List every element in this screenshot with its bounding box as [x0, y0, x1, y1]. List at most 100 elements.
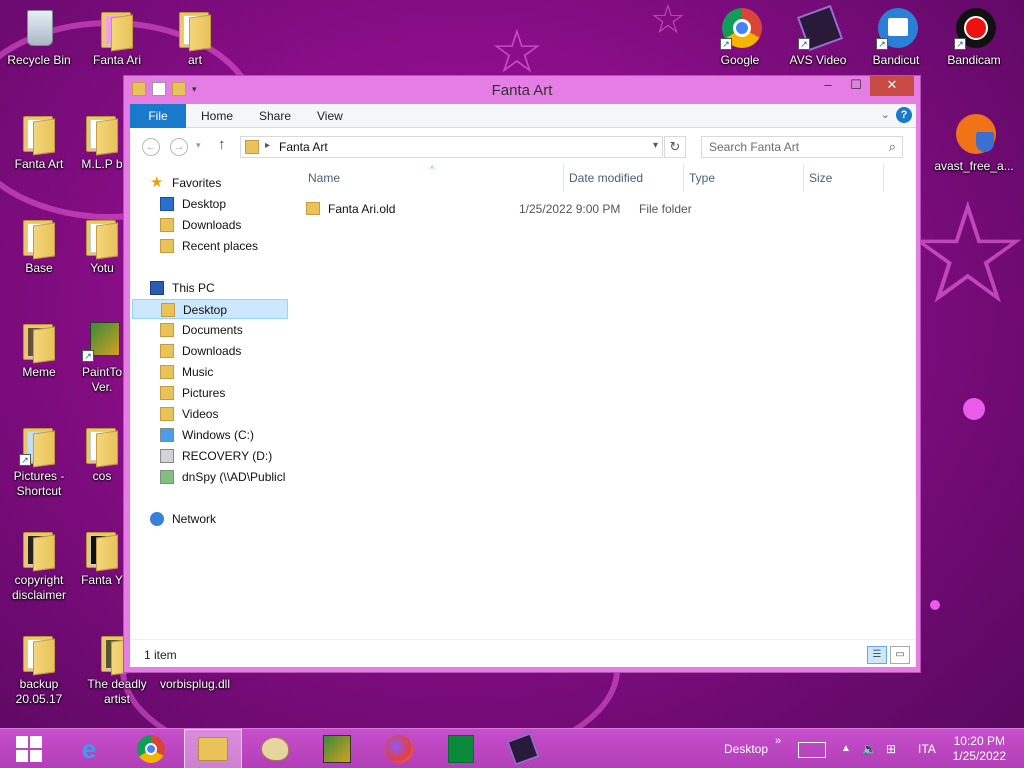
nav-label: Downloads: [182, 218, 242, 232]
start-button[interactable]: [0, 729, 58, 768]
nav-music[interactable]: Music: [132, 362, 288, 382]
desktop-icon-label: cos: [92, 469, 112, 483]
clock-date: 1/25/2022: [952, 749, 1006, 763]
desktop-icon-painttool[interactable]: ↗ PaintTo Ver.: [80, 318, 124, 395]
volume-muted-icon[interactable]: 🔈: [862, 729, 877, 768]
close-button[interactable]: ✕: [870, 76, 914, 96]
tab-home[interactable]: Home: [201, 104, 233, 128]
desktop-icon-bandicut[interactable]: ↗ Bandicut: [859, 6, 933, 68]
windows-logo-icon: [16, 736, 42, 762]
nav-this-pc-desktop[interactable]: Desktop: [132, 299, 288, 319]
nav-recent-places[interactable]: Recent places: [132, 236, 288, 256]
network-drive-icon: [160, 470, 174, 484]
column-header-name[interactable]: Name: [308, 164, 340, 192]
desktop-icon-copyright-disclaimer[interactable]: copyright disclaimer: [2, 526, 76, 603]
column-divider[interactable]: [803, 164, 804, 192]
system-clock[interactable]: 10:20 PM 1/25/2022: [953, 734, 1006, 764]
desktop-icon-fanta-y[interactable]: Fanta Y: [80, 526, 124, 588]
tab-file[interactable]: File: [130, 104, 186, 128]
bandicam-icon: ↗: [954, 6, 996, 50]
explorer-window: ▾ Fanta Art – ☐ ✕ File Home Share View ⌄…: [123, 75, 921, 673]
wallpaper-star: ☆: [490, 17, 544, 87]
file-date-modified: 1/25/2022 9:00 PM: [519, 202, 621, 216]
desktop-icon-avast[interactable]: avast_free_a...: [934, 112, 1014, 174]
maximize-button[interactable]: ☐: [842, 76, 870, 96]
shortcut-arrow-icon: ↗: [19, 454, 31, 466]
column-header-size[interactable]: Size: [809, 164, 832, 192]
nav-favorites-downloads[interactable]: Downloads: [132, 215, 288, 235]
internet-explorer-icon: e: [81, 734, 97, 764]
nav-label: Windows (C:): [182, 428, 255, 442]
file-row[interactable]: Fanta Ari.old 1/25/2022 9:00 PM File fol…: [302, 198, 902, 220]
show-hidden-icons-chevron-icon[interactable]: ▲: [841, 729, 851, 768]
title-bar[interactable]: ▾ Fanta Art – ☐ ✕: [124, 76, 920, 104]
details-view-button[interactable]: ☰: [867, 646, 887, 664]
desktop-icon-pictures-shortcut[interactable]: ↗ Pictures - Shortcut: [2, 422, 76, 499]
nav-favorites[interactable]: ★ Favorites: [132, 173, 288, 193]
desktop-icon-bandicam[interactable]: ↗ Bandicam: [937, 6, 1011, 68]
search-icon: ⌕: [888, 139, 896, 154]
nav-this-pc[interactable]: This PC: [132, 278, 288, 298]
desktop-icon-cos[interactable]: cos: [80, 422, 124, 484]
minimize-button[interactable]: –: [814, 76, 842, 96]
breadcrumb-fanta-art[interactable]: Fanta Art: [279, 140, 328, 154]
taskbar-firefox[interactable]: [370, 729, 428, 768]
column-divider[interactable]: [563, 164, 564, 192]
column-header-type[interactable]: Type: [689, 164, 715, 192]
taskbar-painttool[interactable]: [308, 729, 366, 768]
column-header-date-modified[interactable]: Date modified: [569, 164, 643, 192]
tab-share[interactable]: Share: [259, 104, 291, 128]
large-icons-view-button[interactable]: ▭: [890, 646, 910, 664]
toolbar-chevron-icon[interactable]: »: [775, 721, 781, 761]
breadcrumb-arrow-icon[interactable]: ▸: [265, 140, 270, 151]
network-status-icon[interactable]: ⊞: [886, 729, 896, 768]
forward-button[interactable]: →: [170, 138, 188, 156]
desktop-icon-fanta-ari[interactable]: Fanta Ari: [80, 6, 154, 68]
taskbar-chrome[interactable]: [122, 729, 180, 768]
desktop-icon-label: Meme: [22, 365, 56, 379]
desktop-icon-fanta-art[interactable]: Fanta Art: [2, 110, 76, 172]
nav-dnspy-network-drive[interactable]: dnSpy (\\AD\Publicl: [132, 467, 288, 487]
desktop-icon-meme[interactable]: Meme: [2, 318, 76, 380]
nav-pictures[interactable]: Pictures: [132, 383, 288, 403]
nav-network[interactable]: Network: [132, 509, 288, 529]
nav-recovery-d[interactable]: RECOVERY (D:): [132, 446, 288, 466]
nav-videos[interactable]: Videos: [132, 404, 288, 424]
desktop-icon-art[interactable]: art: [158, 6, 232, 68]
desktop-icon-label: backup 20.05.17: [15, 677, 63, 706]
address-dropdown-icon[interactable]: ▾: [653, 140, 658, 151]
nav-documents[interactable]: Documents: [132, 320, 288, 340]
address-bar[interactable]: ▸ Fanta Art ▾: [240, 136, 663, 158]
desktop-icon-yotu[interactable]: Yotu: [80, 214, 124, 276]
tab-view[interactable]: View: [317, 104, 343, 128]
desktop-toolbar-label[interactable]: Desktop: [724, 729, 768, 768]
nav-favorites-desktop[interactable]: Desktop: [132, 194, 288, 214]
address-row: ← → ▾ ↑ ▸ Fanta Art ▾ ↻ Search Fanta Art…: [130, 128, 916, 164]
taskbar-store[interactable]: [432, 729, 490, 768]
desktop-icon-base[interactable]: Base: [2, 214, 76, 276]
search-input[interactable]: Search Fanta Art ⌕: [701, 136, 903, 158]
desktop-icon-backup[interactable]: backup 20.05.17: [2, 630, 76, 707]
up-arrow-button[interactable]: ↑: [218, 136, 226, 153]
nav-this-pc-downloads[interactable]: Downloads: [132, 341, 288, 361]
taskbar-internet-explorer[interactable]: e: [60, 729, 118, 768]
folder-icon: [19, 214, 59, 260]
expand-ribbon-chevron-icon[interactable]: ⌄: [881, 108, 890, 121]
refresh-button[interactable]: ↻: [664, 136, 686, 158]
taskbar-paint[interactable]: [246, 729, 304, 768]
nav-windows-c[interactable]: Windows (C:): [132, 425, 288, 445]
taskbar-file-explorer[interactable]: [184, 729, 242, 768]
desktop-icon-google[interactable]: ↗ Google: [703, 6, 777, 68]
taskbar-avs-video[interactable]: [494, 729, 552, 768]
column-divider[interactable]: [683, 164, 684, 192]
language-indicator[interactable]: ITA: [918, 729, 936, 768]
back-button[interactable]: ←: [142, 138, 160, 156]
desktop-icon-avs-video[interactable]: ↗ AVS Video: [781, 4, 855, 68]
column-divider[interactable]: [883, 164, 884, 192]
help-icon[interactable]: ?: [896, 107, 912, 123]
desktop-icon-recycle-bin[interactable]: Recycle Bin: [2, 6, 76, 68]
wallpaper-dot: [930, 600, 940, 610]
keyboard-icon[interactable]: [798, 729, 826, 768]
recent-locations-chevron-icon[interactable]: ▾: [196, 140, 201, 151]
desktop-icon-mlp[interactable]: M.L.P b: [80, 110, 124, 172]
